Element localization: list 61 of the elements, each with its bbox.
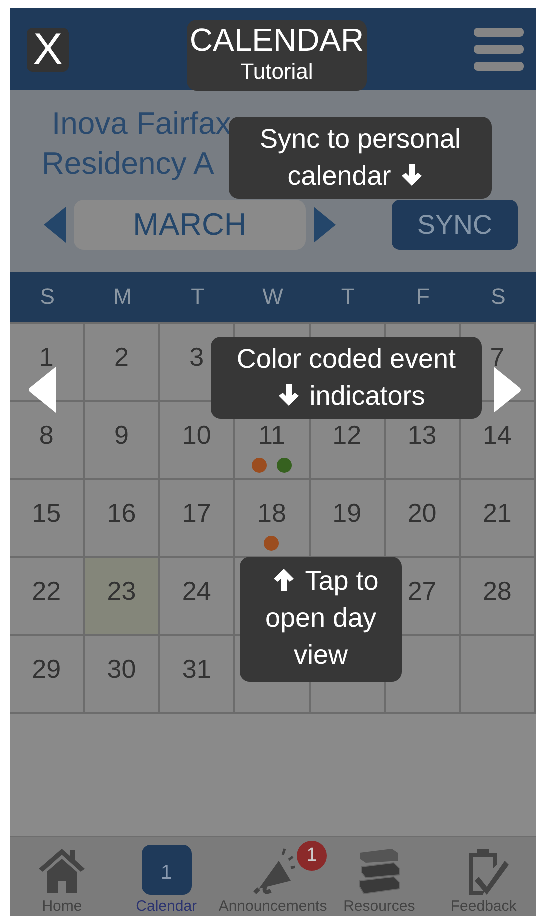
day-number[interactable]: 21 — [482, 500, 512, 526]
arrow-down-icon — [401, 163, 424, 187]
day-number[interactable]: 8 — [39, 422, 54, 448]
notification-badge: 1 — [297, 841, 328, 871]
tutorial-title: CALENDAR — [188, 21, 366, 58]
tooltip-text: calendar — [288, 160, 392, 193]
close-button[interactable]: X — [27, 28, 69, 72]
weekday-label: T — [340, 283, 356, 311]
menu-icon[interactable] — [474, 28, 524, 72]
day-number[interactable]: 16 — [107, 500, 136, 526]
day-number[interactable]: 17 — [182, 500, 212, 526]
day-number[interactable]: 11 — [258, 422, 286, 448]
tooltip-text: indicators — [310, 380, 426, 413]
calendar-title: Residency A — [42, 145, 214, 183]
tooltip-text: open day view — [264, 602, 378, 672]
next-month-icon[interactable] — [314, 207, 336, 243]
day-number[interactable]: 12 — [332, 422, 362, 448]
arrow-down-icon — [278, 383, 300, 407]
calendar-icon[interactable]: 1 — [142, 845, 192, 895]
day-number[interactable]: 20 — [408, 500, 437, 526]
tooltip-text: Sync to personal — [260, 123, 462, 156]
day-number[interactable]: 19 — [332, 500, 362, 526]
day-number[interactable]: 31 — [182, 656, 212, 682]
calendar-title: Inova Fairfax — [52, 105, 232, 143]
day-number[interactable]: 14 — [482, 422, 512, 448]
tab-label[interactable]: Feedback — [450, 899, 517, 914]
day-number[interactable]: 23 — [107, 578, 136, 604]
day-number[interactable]: 1 — [39, 344, 54, 370]
tooltip-text: Tap to — [305, 565, 379, 598]
day-number[interactable]: 27 — [408, 578, 437, 604]
day-number[interactable]: 7 — [490, 344, 505, 370]
day-number[interactable]: 13 — [408, 422, 437, 448]
tutorial-subtitle: Tutorial — [240, 58, 314, 86]
day-number[interactable]: 29 — [32, 656, 62, 682]
previous-month-icon[interactable] — [44, 207, 66, 243]
day-number[interactable]: 9 — [114, 422, 129, 448]
day-number[interactable]: 15 — [32, 500, 62, 526]
sync-button[interactable]: SYNC — [392, 200, 518, 250]
weekday-label: S — [39, 283, 56, 311]
day-number[interactable]: 2 — [114, 344, 129, 370]
weekday-label: W — [262, 283, 284, 311]
day-number[interactable]: 10 — [182, 422, 212, 448]
weekday-label: T — [190, 283, 206, 311]
weekday-label: F — [416, 283, 431, 311]
tooltip-text: Color coded event — [236, 343, 456, 376]
tab-label[interactable]: Calendar — [136, 899, 198, 914]
previous-tip-icon[interactable] — [28, 367, 56, 413]
month-label: MARCH — [74, 200, 306, 250]
day-number[interactable]: 22 — [32, 578, 62, 604]
tab-label[interactable]: Resources — [344, 899, 416, 914]
day-number[interactable]: 3 — [190, 344, 204, 370]
day-number[interactable]: 24 — [182, 578, 212, 604]
next-tip-icon[interactable] — [494, 367, 522, 413]
weekday-label: M — [112, 283, 133, 311]
weekday-label: S — [490, 283, 507, 311]
tab-label[interactable]: Announcements — [218, 899, 328, 914]
day-number[interactable]: 18 — [258, 500, 286, 526]
arrow-up-icon — [273, 568, 296, 592]
tab-label[interactable]: Home — [42, 899, 82, 914]
day-number[interactable]: 28 — [482, 578, 512, 604]
day-number[interactable]: 30 — [107, 656, 136, 682]
